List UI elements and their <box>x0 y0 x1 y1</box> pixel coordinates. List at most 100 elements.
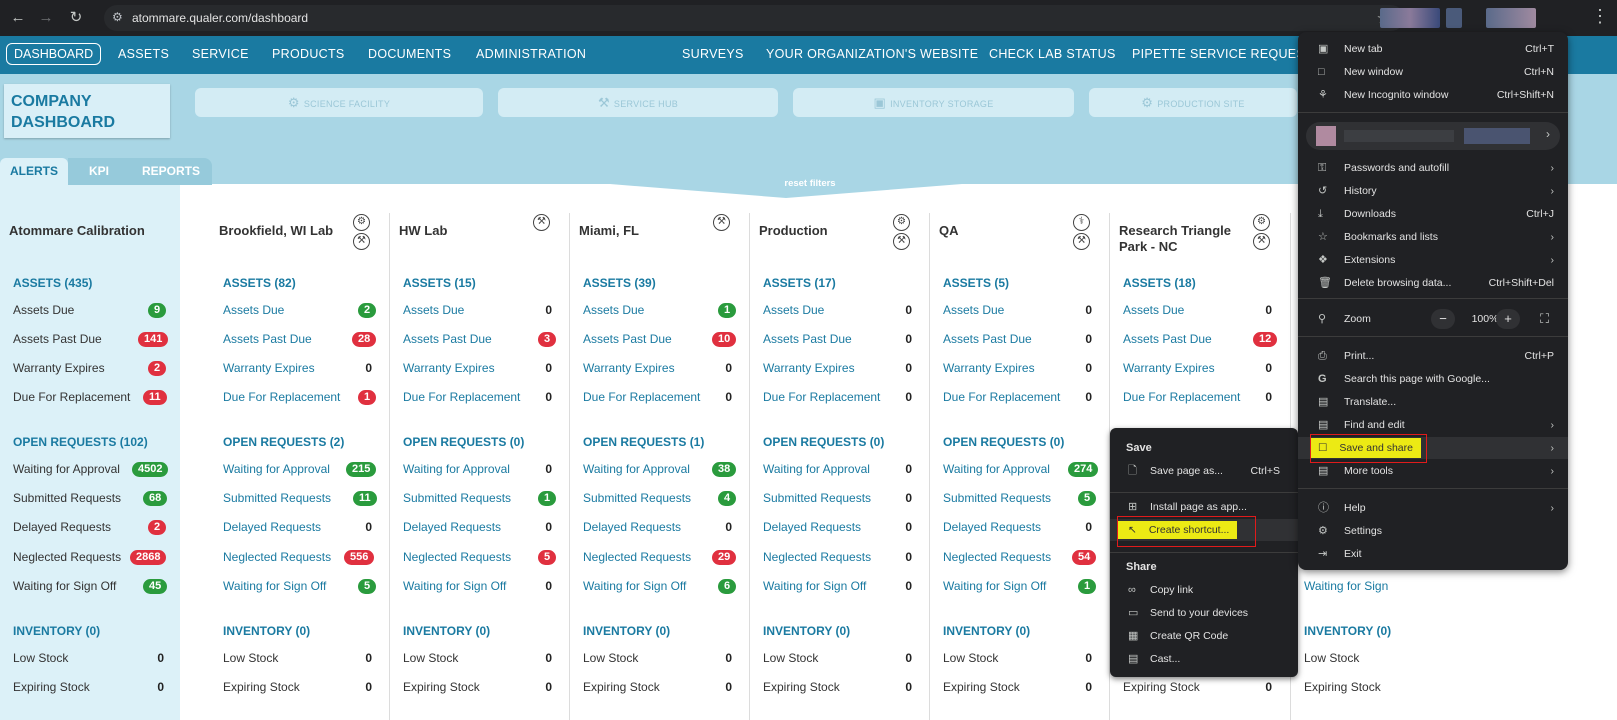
assets-heading[interactable]: ASSETS (82) <box>223 276 296 290</box>
count-badge[interactable]: 6 <box>718 579 737 594</box>
assets-due-label[interactable]: Assets Due <box>943 303 1004 317</box>
bookmarks-item[interactable]: ☆ Bookmarks and lists › <box>1298 226 1568 248</box>
inventory-heading[interactable]: INVENTORY (0) <box>223 624 310 638</box>
install-app-item[interactable]: ⊞ Install page as app... <box>1110 496 1298 518</box>
send-devices-item[interactable]: ▭ Send to your devices <box>1110 602 1298 624</box>
find-edit-item[interactable]: ▤ Find and edit › <box>1298 414 1568 436</box>
nav-products[interactable]: PRODUCTS <box>272 47 345 61</box>
count-badge[interactable]: 28 <box>352 332 377 347</box>
nav-administration[interactable]: ADMINISTRATION <box>476 47 586 61</box>
count-badge[interactable]: 2 <box>148 520 167 535</box>
assets-heading[interactable]: ASSETS (39) <box>583 276 656 290</box>
count-badge[interactable]: 2 <box>358 303 377 318</box>
count-badge[interactable]: 556 <box>344 550 375 565</box>
nav-assets[interactable]: ASSETS <box>118 47 169 61</box>
due-replacement-label[interactable]: Due For Replacement <box>583 390 700 404</box>
neglected-label[interactable]: Neglected Requests <box>763 550 871 564</box>
waiting-approval-label[interactable]: Waiting for Approval <box>223 462 330 476</box>
warranty-expires-label[interactable]: Warranty Expires <box>763 361 855 375</box>
inventory-heading[interactable]: INVENTORY (0) <box>763 624 850 638</box>
low-stock-label[interactable]: Low Stock <box>763 651 818 665</box>
incognito-item[interactable]: ⚘ New Incognito window Ctrl+Shift+N <box>1298 84 1568 106</box>
location-name[interactable]: Miami, FL <box>579 223 639 238</box>
expiring-stock-label[interactable]: Expiring Stock <box>943 680 1020 694</box>
low-stock-label[interactable]: Low Stock <box>403 651 458 665</box>
low-stock-label[interactable]: Low Stock <box>1304 651 1359 665</box>
inventory-heading[interactable]: INVENTORY (0) <box>583 624 670 638</box>
location-name[interactable]: QA <box>939 223 959 238</box>
count-badge[interactable]: 141 <box>138 332 169 347</box>
delayed-label[interactable]: Delayed Requests <box>13 520 111 534</box>
assets-past-due-label[interactable]: Assets Past Due <box>1123 332 1212 346</box>
profile-avatar[interactable] <box>1486 8 1536 28</box>
count-badge[interactable]: 54 <box>1072 550 1097 565</box>
count-badge[interactable]: 215 <box>346 462 377 477</box>
neglected-label[interactable]: Neglected Requests <box>13 550 121 564</box>
count-badge[interactable]: 5 <box>538 550 557 565</box>
downloads-item[interactable]: ⤓ Downloads Ctrl+J <box>1298 203 1568 225</box>
inventory-heading[interactable]: INVENTORY (0) <box>1304 624 1391 638</box>
translate-item[interactable]: ▤ Translate... <box>1298 391 1568 413</box>
delayed-label[interactable]: Delayed Requests <box>943 520 1041 534</box>
reset-filters-link[interactable]: reset filters <box>700 178 920 189</box>
assets-heading[interactable]: ASSETS (5) <box>943 276 1009 290</box>
reload-icon[interactable]: ↻ <box>66 8 86 28</box>
help-item[interactable]: ⓘ Help › <box>1298 497 1568 519</box>
facility-inventory[interactable]: ▣ INVENTORY STORAGE <box>793 88 1074 117</box>
back-icon[interactable]: ← <box>8 8 28 28</box>
assets-heading[interactable]: ASSETS (17) <box>763 276 836 290</box>
more-tools-item[interactable]: ▤ More tools › <box>1298 460 1568 482</box>
waiting-approval-label[interactable]: Waiting for Approval <box>583 462 690 476</box>
count-badge[interactable]: 12 <box>1253 332 1278 347</box>
delayed-label[interactable]: Delayed Requests <box>763 520 861 534</box>
assets-past-due-label[interactable]: Assets Past Due <box>403 332 492 346</box>
waiting-approval-label[interactable]: Waiting for Approval <box>13 462 120 476</box>
extension-icon[interactable] <box>1446 8 1462 28</box>
assets-heading[interactable]: ASSETS (15) <box>403 276 476 290</box>
requests-heading[interactable]: OPEN REQUESTS (0) <box>763 435 884 449</box>
expiring-stock-label[interactable]: Expiring Stock <box>1304 680 1381 694</box>
count-badge[interactable]: 11 <box>353 491 377 506</box>
assets-due-label[interactable]: Assets Due <box>223 303 284 317</box>
assets-due-label[interactable]: Assets Due <box>1123 303 1184 317</box>
due-replacement-label[interactable]: Due For Replacement <box>403 390 520 404</box>
warranty-expires-label[interactable]: Warranty Expires <box>943 361 1035 375</box>
expiring-stock-label[interactable]: Expiring Stock <box>583 680 660 694</box>
delayed-label[interactable]: Delayed Requests <box>403 520 501 534</box>
address-bar[interactable]: ⚙ atommare.qualer.com/dashboard ☆ <box>104 5 1404 31</box>
count-badge[interactable]: 29 <box>712 550 737 565</box>
count-badge[interactable]: 5 <box>358 579 377 594</box>
copy-link-item[interactable]: ∞ Copy link <box>1110 579 1298 601</box>
count-badge[interactable]: 3 <box>538 332 557 347</box>
inventory-heading[interactable]: INVENTORY (0) <box>943 624 1030 638</box>
count-badge[interactable]: 11 <box>143 390 167 405</box>
warranty-expires-label[interactable]: Warranty Expires <box>13 361 105 375</box>
count-badge[interactable]: 10 <box>712 332 737 347</box>
delayed-label[interactable]: Delayed Requests <box>223 520 321 534</box>
location-name[interactable]: Atommare Calibration <box>9 223 145 238</box>
waiting-approval-label[interactable]: Waiting for Approval <box>943 462 1050 476</box>
count-badge[interactable]: 2 <box>148 361 167 376</box>
assets-due-label[interactable]: Assets Due <box>403 303 464 317</box>
warranty-expires-label[interactable]: Warranty Expires <box>223 361 315 375</box>
extension-icons[interactable] <box>1380 8 1440 28</box>
location-name[interactable]: HW Lab <box>399 223 447 238</box>
save-page-as-item[interactable]: 🗋 Save page as... Ctrl+S <box>1110 460 1298 482</box>
assets-past-due-label[interactable]: Assets Past Due <box>943 332 1032 346</box>
due-replacement-label[interactable]: Due For Replacement <box>13 390 130 404</box>
low-stock-label[interactable]: Low Stock <box>583 651 638 665</box>
submitted-label[interactable]: Submitted Requests <box>13 491 121 505</box>
assets-heading[interactable]: ASSETS (435) <box>13 276 92 290</box>
requests-heading[interactable]: OPEN REQUESTS (1) <box>583 435 704 449</box>
inventory-heading[interactable]: INVENTORY (0) <box>403 624 490 638</box>
nav-check-lab[interactable]: CHECK LAB STATUS <box>989 47 1116 61</box>
assets-due-label[interactable]: Assets Due <box>763 303 824 317</box>
sign-off-label[interactable]: Waiting for Sign Off <box>403 579 506 593</box>
neglected-label[interactable]: Neglected Requests <box>223 550 331 564</box>
forward-icon[interactable]: → <box>36 8 56 28</box>
expiring-stock-label[interactable]: Expiring Stock <box>223 680 300 694</box>
count-badge[interactable]: 1 <box>718 303 737 318</box>
delete-data-item[interactable]: 🗑 Delete browsing data... Ctrl+Shift+Del <box>1298 272 1568 294</box>
count-badge[interactable]: 1 <box>358 390 377 405</box>
print-item[interactable]: ⎙ Print... Ctrl+P <box>1298 345 1568 367</box>
